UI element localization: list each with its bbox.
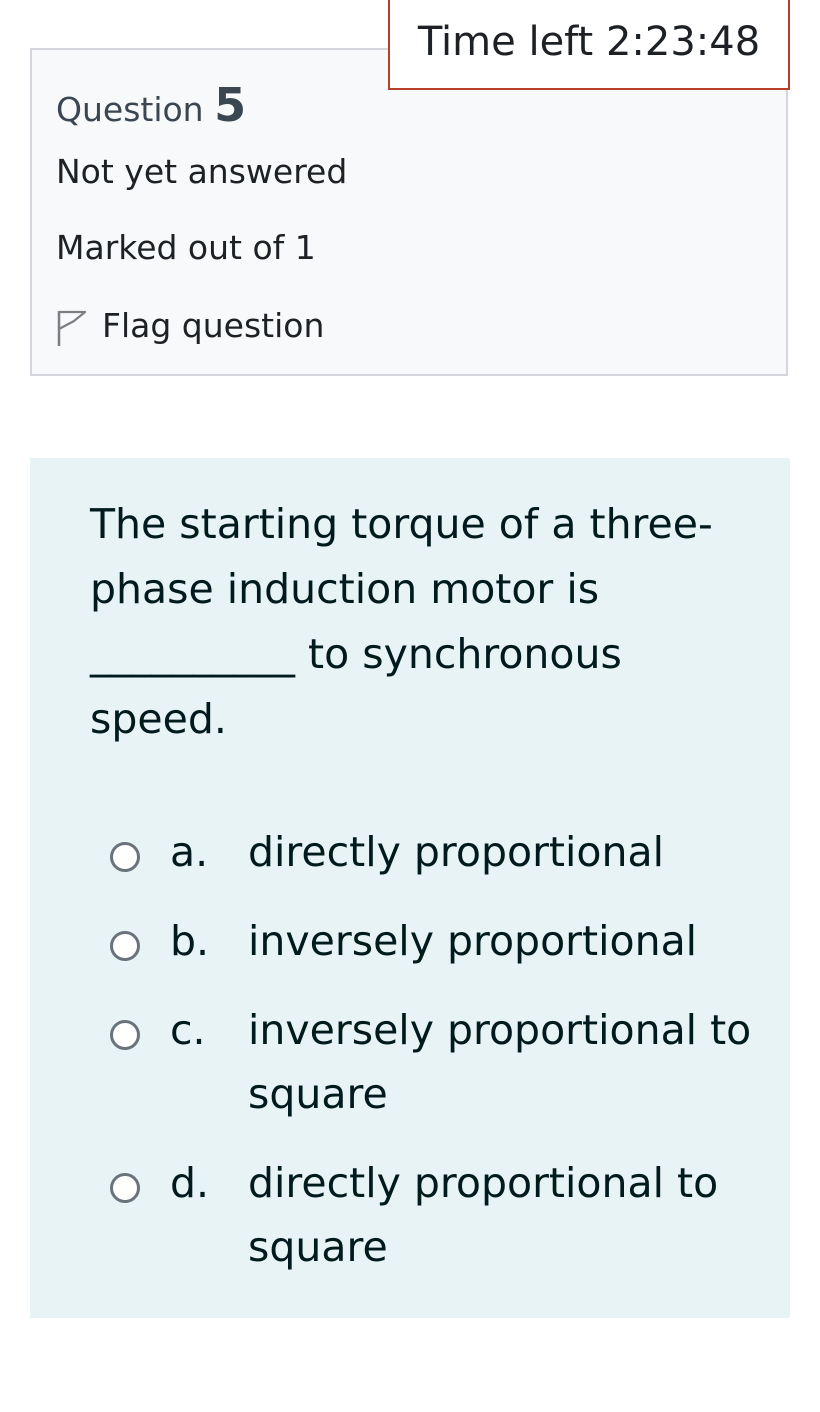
question-text: The starting torque of a three-phase ind… (90, 492, 750, 752)
question-info-box: Question 5 Not yet answered Marked out o… (30, 48, 788, 376)
radio-button-a[interactable] (110, 842, 140, 872)
question-heading: Question 5 (56, 78, 246, 132)
flag-question-button[interactable]: Flag question (54, 302, 324, 348)
question-content: The starting torque of a three-phase ind… (30, 458, 790, 1318)
time-left-timer: Time left 2:23:48 (388, 0, 790, 90)
radio-button-b[interactable] (110, 931, 140, 961)
question-state: Not yet answered (56, 152, 348, 191)
time-left-text: Time left 2:23:48 (417, 19, 761, 65)
answer-option-b[interactable]: b. inversely proportional (110, 909, 770, 973)
radio-button-c[interactable] (110, 1020, 140, 1050)
answer-letter: c. (170, 1006, 206, 1054)
answer-text: directly proportional to square (248, 1159, 719, 1271)
flag-question-label: Flag question (102, 305, 325, 345)
answer-option-a[interactable]: a. directly proportional (110, 820, 770, 884)
answer-option-d[interactable]: d. directly proportional to square (110, 1151, 770, 1279)
radio-button-d[interactable] (110, 1173, 140, 1203)
answer-text: inversely proportional (248, 917, 698, 965)
answer-options: a. directly proportional b. inversely pr… (110, 820, 770, 1304)
answer-letter: b. (170, 917, 210, 965)
question-blank: __________ (90, 630, 295, 678)
question-text-part1: The starting torque of a three-phase ind… (90, 500, 713, 613)
question-grade: Marked out of 1 (56, 228, 316, 267)
answer-letter: a. (170, 828, 209, 876)
question-label: Question (56, 90, 204, 129)
answer-letter: d. (170, 1159, 210, 1207)
answer-option-c[interactable]: c. inversely proportional to square (110, 998, 770, 1126)
answer-text: inversely proportional to square (248, 1006, 752, 1118)
answer-text: directly proportional (248, 828, 664, 876)
flag-outline-icon (57, 310, 87, 346)
question-number: 5 (214, 78, 247, 132)
